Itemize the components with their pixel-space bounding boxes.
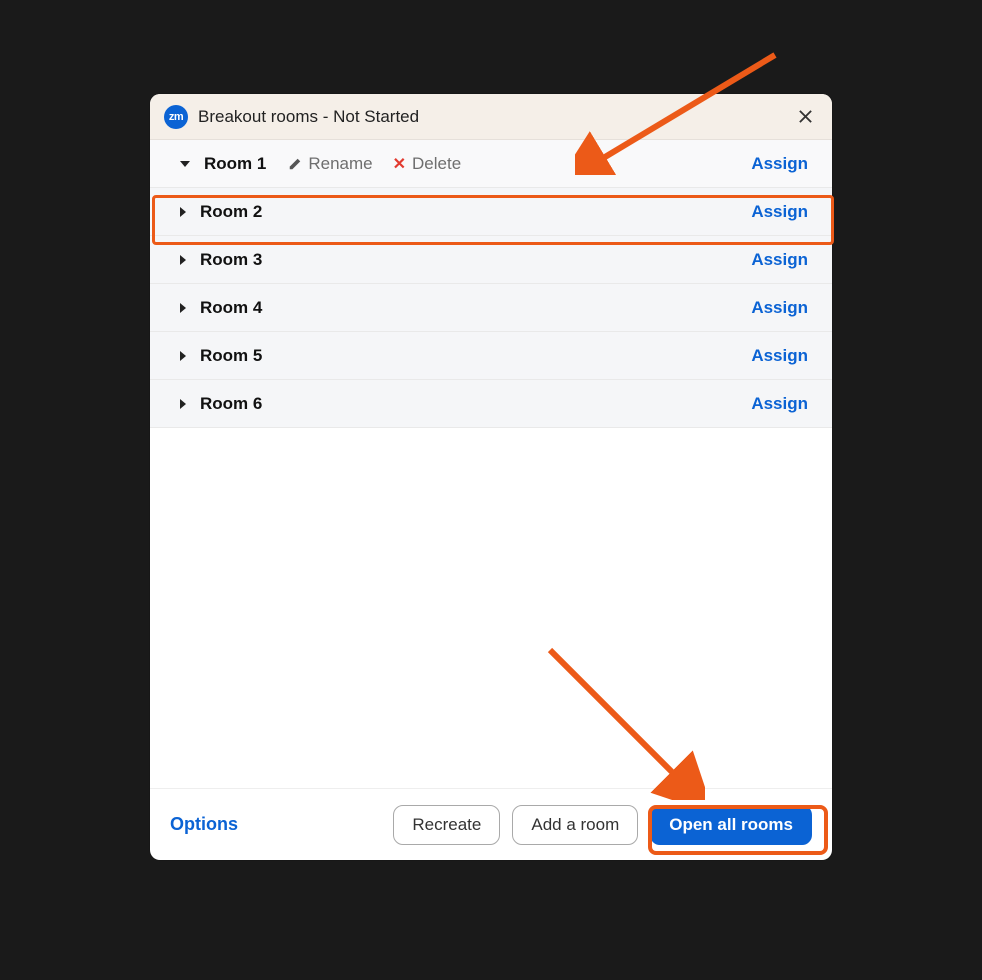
- empty-area: [150, 428, 832, 788]
- assign-button[interactable]: Assign: [751, 250, 808, 270]
- chevron-down-icon: [180, 161, 190, 167]
- close-icon: [798, 109, 813, 124]
- options-button[interactable]: Options: [170, 814, 238, 835]
- room-name: Room 4: [200, 298, 262, 318]
- chevron-right-icon: [180, 399, 186, 409]
- recreate-button[interactable]: Recreate: [393, 805, 500, 845]
- room-row[interactable]: Room 2 Assign: [150, 188, 832, 236]
- room-name: Room 5: [200, 346, 262, 366]
- room-row[interactable]: Room 6 Assign: [150, 380, 832, 428]
- room-row[interactable]: Room 5 Assign: [150, 332, 832, 380]
- assign-button[interactable]: Assign: [751, 394, 808, 414]
- room-row[interactable]: Room 3 Assign: [150, 236, 832, 284]
- room-name: Room 1: [204, 154, 266, 174]
- room-name: Room 2: [200, 202, 262, 222]
- room-name: Room 6: [200, 394, 262, 414]
- room-row[interactable]: Room 1 Rename ✕ Delete Assign: [150, 140, 832, 188]
- room-row[interactable]: Room 4 Assign: [150, 284, 832, 332]
- delete-label: Delete: [412, 154, 461, 174]
- chevron-right-icon: [180, 351, 186, 361]
- rename-label: Rename: [308, 154, 372, 174]
- delete-button[interactable]: ✕ Delete: [393, 154, 462, 174]
- assign-button[interactable]: Assign: [751, 154, 808, 174]
- dialog-footer: Options Recreate Add a room Open all roo…: [150, 788, 832, 860]
- room-name: Room 3: [200, 250, 262, 270]
- dialog-title: Breakout rooms - Not Started: [198, 107, 792, 127]
- delete-x-icon: ✕: [393, 154, 406, 174]
- add-room-button[interactable]: Add a room: [512, 805, 638, 845]
- room-list: Room 1 Rename ✕ Delete Assign Room 2 Ass…: [150, 140, 832, 428]
- close-button[interactable]: [792, 104, 818, 130]
- zoom-logo-icon: zm: [164, 105, 188, 129]
- breakout-rooms-dialog: zm Breakout rooms - Not Started Room 1 R…: [150, 94, 832, 860]
- chevron-right-icon: [180, 303, 186, 313]
- rename-button[interactable]: Rename: [288, 154, 372, 174]
- pencil-icon: [288, 157, 302, 171]
- chevron-right-icon: [180, 255, 186, 265]
- chevron-right-icon: [180, 207, 186, 217]
- open-all-rooms-button[interactable]: Open all rooms: [650, 805, 812, 845]
- assign-button[interactable]: Assign: [751, 202, 808, 222]
- assign-button[interactable]: Assign: [751, 346, 808, 366]
- assign-button[interactable]: Assign: [751, 298, 808, 318]
- titlebar: zm Breakout rooms - Not Started: [150, 94, 832, 140]
